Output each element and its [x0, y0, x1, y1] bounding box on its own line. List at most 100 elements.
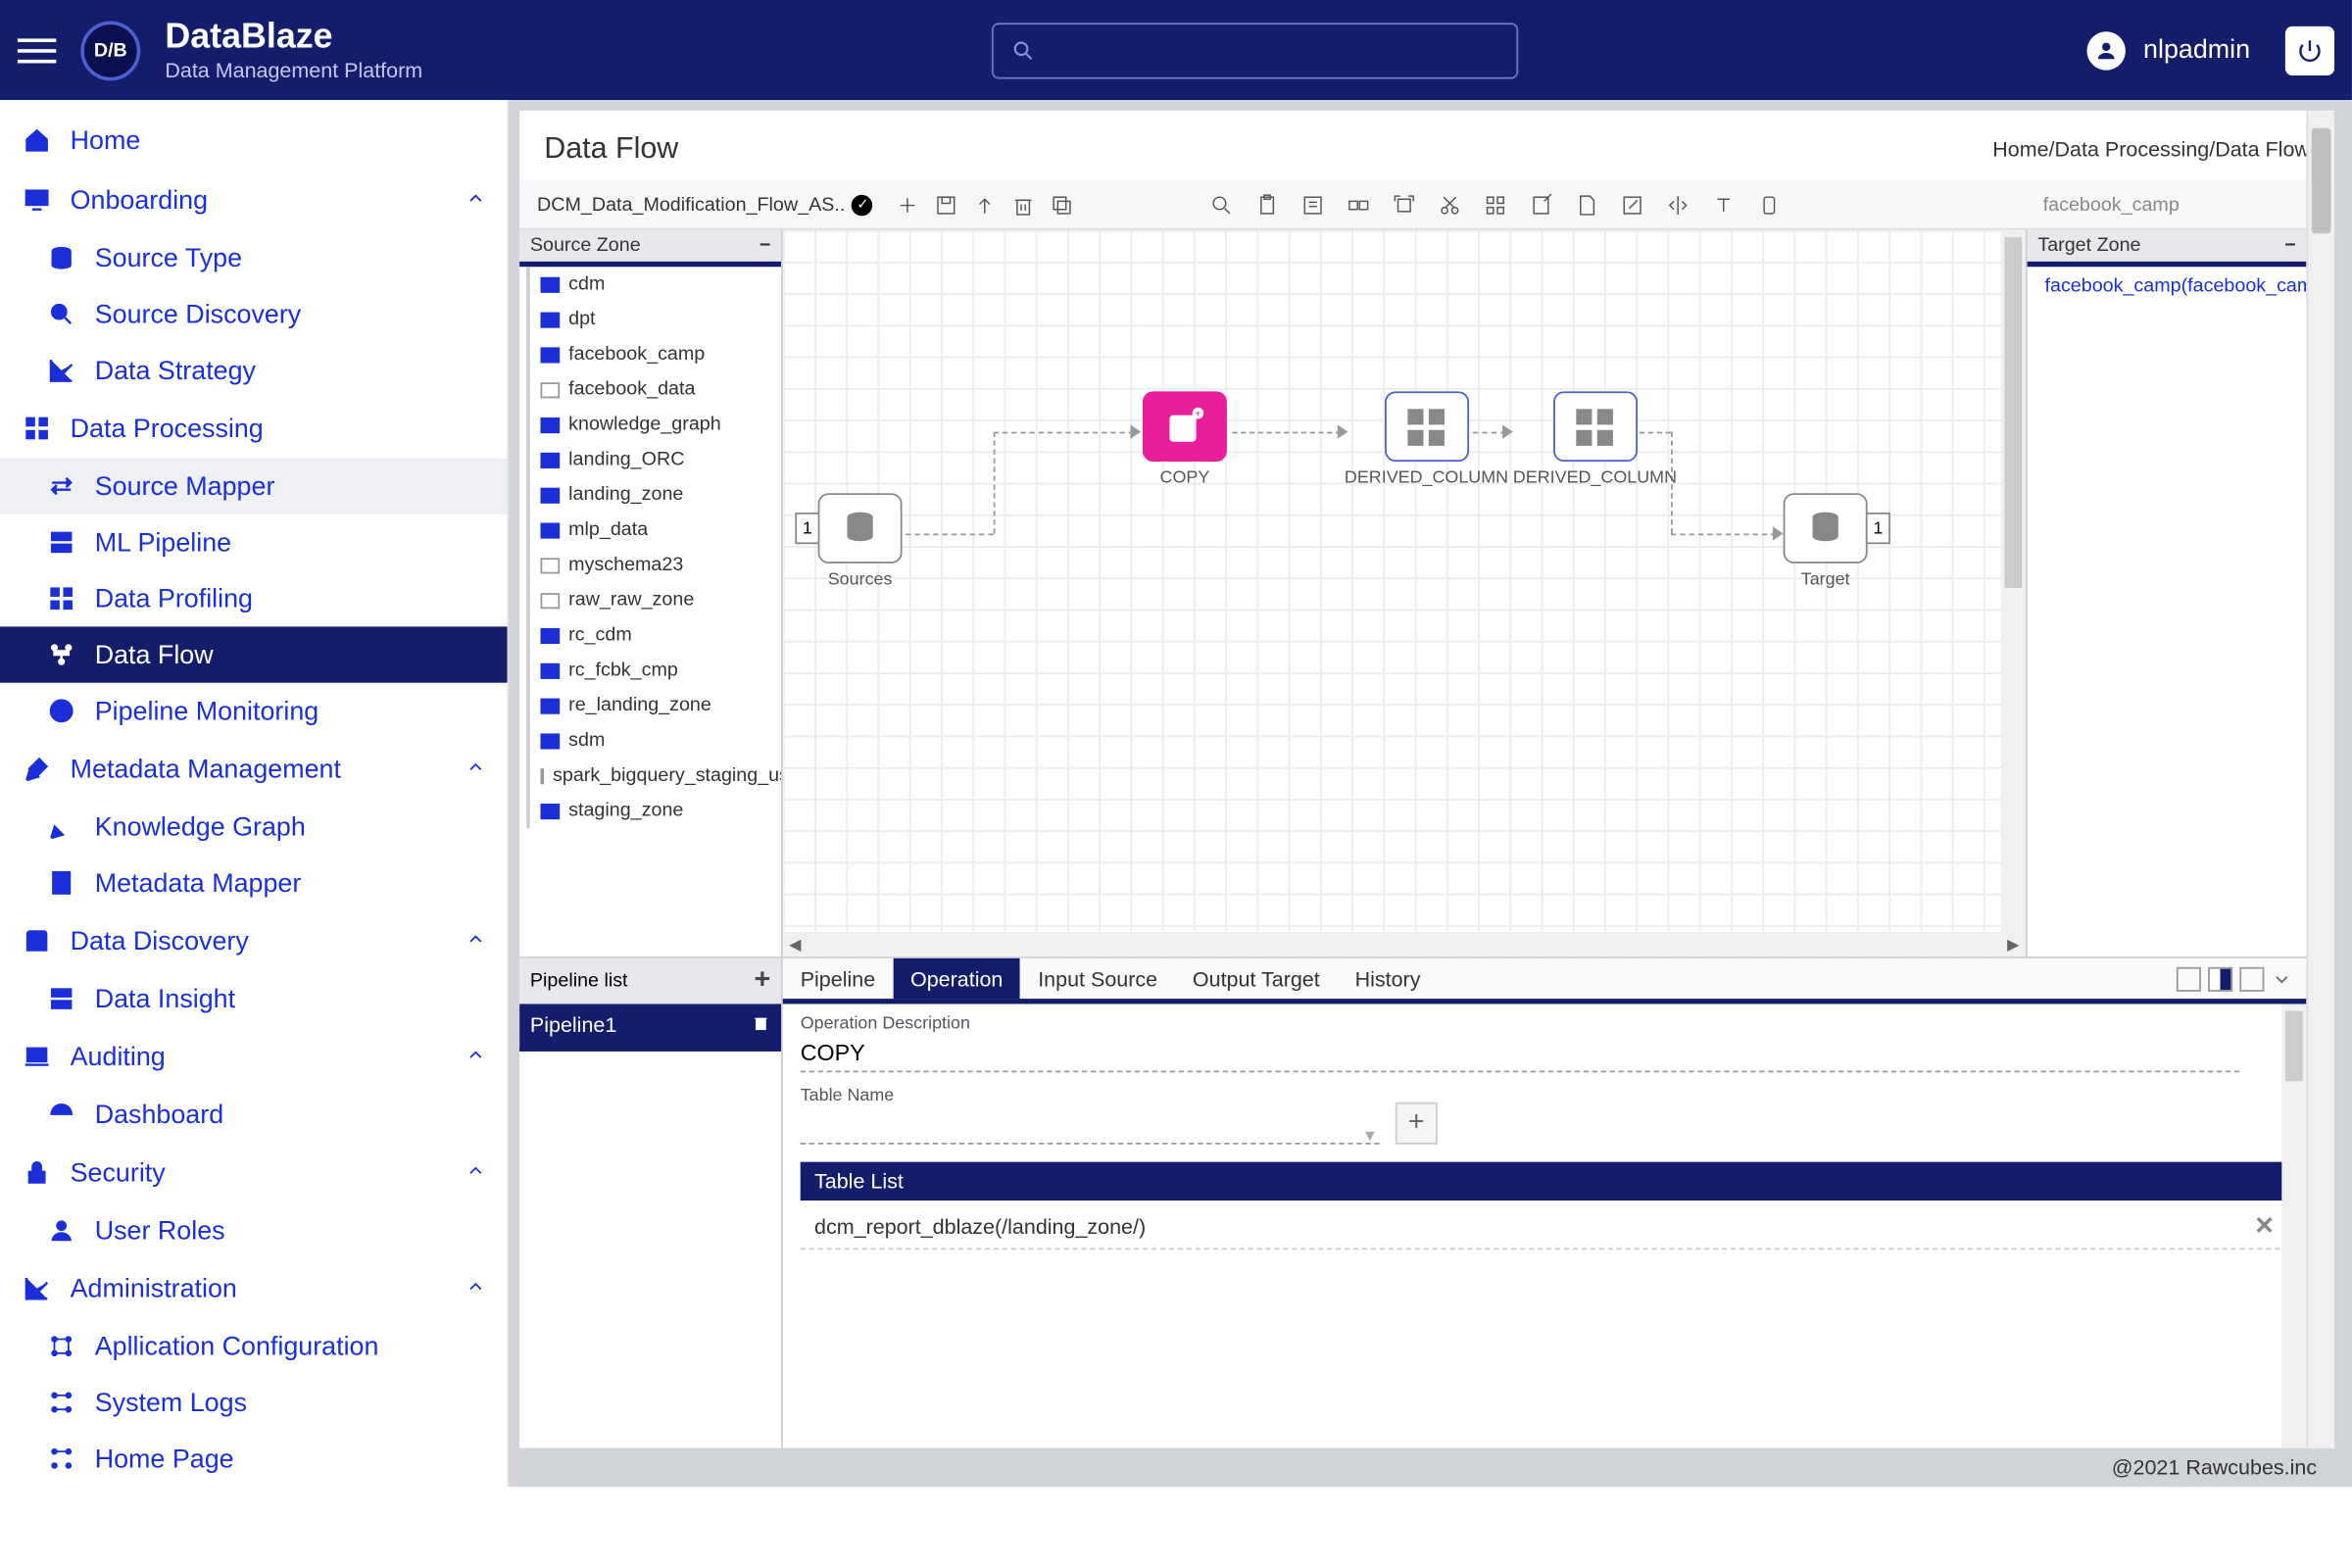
source-zone-item[interactable]: landing_zone [526, 477, 781, 513]
folder-icon [541, 382, 561, 398]
source-zone-item[interactable]: facebook_data [526, 372, 781, 408]
source-zone-item[interactable]: myschema23 [526, 548, 781, 583]
table-name-input[interactable] [801, 1105, 1380, 1144]
source-zone-item[interactable]: mlp_data [526, 513, 781, 548]
nav-section-security[interactable]: Security [0, 1143, 508, 1202]
tab-pipeline[interactable]: Pipeline [783, 958, 893, 999]
nav-section-discovery[interactable]: Data Discovery [0, 911, 508, 971]
search-icon[interactable] [1207, 190, 1236, 219]
source-zone-item[interactable]: landing_ORC [526, 442, 781, 477]
tab-input-source[interactable]: Input Source [1020, 958, 1175, 999]
nav-source-type[interactable]: Source Type [0, 230, 508, 286]
save-icon[interactable] [933, 190, 961, 219]
source-zone-item[interactable]: dpt [526, 302, 781, 337]
nav-ml-pipeline[interactable]: ML Pipeline [0, 514, 508, 570]
add-table-button[interactable]: + [1396, 1102, 1438, 1145]
nav-source-mapper[interactable]: Source Mapper [0, 458, 508, 514]
file2-icon[interactable] [1754, 190, 1783, 219]
node-derived-column-1[interactable]: DERIVED_COLUMN [1345, 391, 1508, 488]
cut-icon[interactable] [1435, 190, 1463, 219]
tab-output-target[interactable]: Output Target [1175, 958, 1338, 999]
clipboard-icon[interactable] [1252, 190, 1281, 219]
nav-dashboard[interactable]: Dashboard [0, 1087, 508, 1143]
flow-tab[interactable]: DCM_Data_Modification_Flow_AS.. ✓ [530, 194, 880, 215]
nav-app-config[interactable]: Apllication Configuration [0, 1318, 508, 1374]
layout-3-icon[interactable] [2239, 966, 2264, 991]
nav-section-data-processing[interactable]: Data Processing [0, 399, 508, 459]
collapse-icon[interactable]: − [2284, 235, 2296, 256]
detail-scrollbar[interactable] [2281, 1004, 2306, 1447]
edit-icon[interactable] [1618, 190, 1646, 219]
global-search-input[interactable] [992, 22, 1518, 77]
chevron-up-icon [466, 926, 486, 956]
split-h-icon[interactable] [1663, 190, 1691, 219]
merge-icon[interactable] [1344, 190, 1372, 219]
expand-icon[interactable] [1390, 190, 1418, 219]
note-icon[interactable] [1527, 190, 1555, 219]
delete-icon[interactable] [1010, 190, 1039, 219]
source-zone-item[interactable]: re_landing_zone [526, 688, 781, 723]
source-zone-item[interactable]: spark_bigquery_staging_us [526, 759, 781, 794]
add-icon[interactable] [894, 190, 922, 219]
source-zone-item[interactable]: knowledge_graph [526, 408, 781, 443]
nav-section-onboarding[interactable]: Onboarding [0, 171, 508, 230]
layout-1-icon[interactable] [2177, 966, 2201, 991]
breadcrumb[interactable]: Home/Data Processing/Data Flow [1992, 137, 2310, 162]
file-icon[interactable] [1572, 190, 1600, 219]
collapse-icon[interactable]: − [760, 235, 771, 256]
nav-section-auditing[interactable]: Auditing [0, 1027, 508, 1087]
node-sources[interactable]: 1 Sources [818, 493, 903, 590]
source-zone-item[interactable]: raw_raw_zone [526, 583, 781, 618]
source-zone-item[interactable]: rc_cdm [526, 617, 781, 653]
nav-data-profiling[interactable]: Data Profiling [0, 570, 508, 626]
dropdown-caret-icon[interactable]: ▼ [1362, 1127, 1378, 1145]
layers-icon [46, 526, 77, 558]
op-desc-input[interactable] [801, 1034, 2240, 1072]
table-name-label: Table Name [801, 1087, 1380, 1106]
upload-icon[interactable] [971, 190, 1000, 219]
list-icon[interactable] [1298, 190, 1327, 219]
target-zone-item[interactable]: facebook_camp(facebook_camp) [2028, 267, 2307, 305]
tab-history[interactable]: History [1338, 958, 1439, 999]
source-zone-item[interactable]: facebook_camp [526, 337, 781, 372]
nav-home-page[interactable]: Home Page [0, 1431, 508, 1487]
canvas-v-scrollbar[interactable] [2001, 230, 2026, 932]
nav-user-roles[interactable]: User Roles [0, 1202, 508, 1258]
tab-operation[interactable]: Operation [893, 958, 1020, 999]
main-scrollbar[interactable] [2306, 111, 2334, 1448]
node-target[interactable]: 1 Target [1784, 493, 1868, 590]
add-pipeline-button[interactable]: + [755, 965, 771, 997]
text-icon[interactable] [1709, 190, 1738, 219]
nav-pipeline-monitoring[interactable]: Pipeline Monitoring [0, 683, 508, 739]
page-title: Data Flow [544, 131, 678, 167]
nav-knowledge-graph[interactable]: Knowledge Graph [0, 799, 508, 855]
nav-data-flow[interactable]: Data Flow [0, 626, 508, 682]
nav-section-administration[interactable]: Administration [0, 1258, 508, 1318]
source-zone-item[interactable]: sdm [526, 723, 781, 759]
nav-home[interactable]: Home [0, 111, 508, 171]
canvas-h-scrollbar[interactable]: ◀▶ [783, 932, 2026, 956]
nav-data-insight[interactable]: Data Insight [0, 970, 508, 1026]
flow-canvas[interactable]: 1 Sources + COPY DERIVED_COLUMN [783, 230, 2026, 956]
source-zone-item[interactable]: cdm [526, 267, 781, 302]
copy-icon[interactable] [1049, 190, 1077, 219]
node-derived-column-2[interactable]: DERIVED_COLUMN [1513, 391, 1677, 488]
chevron-down-icon[interactable] [2272, 966, 2296, 991]
nav-data-strategy[interactable]: Data Strategy [0, 342, 508, 398]
menu-toggle[interactable] [18, 30, 56, 69]
nav-system-logs[interactable]: System Logs [0, 1374, 508, 1430]
source-zone-item[interactable]: staging_zone [526, 794, 781, 829]
layout-2-icon[interactable] [2208, 966, 2232, 991]
nav-section-metadata[interactable]: Metadata Management [0, 739, 508, 799]
delete-pipeline-icon[interactable] [752, 1012, 771, 1037]
grid-view-icon[interactable] [1481, 190, 1509, 219]
nav-source-discovery[interactable]: Source Discovery [0, 286, 508, 342]
nav-metadata-mapper[interactable]: Metadata Mapper [0, 855, 508, 910]
node-copy[interactable]: + COPY [1143, 391, 1227, 488]
pipeline-item[interactable]: Pipeline1 [519, 1004, 781, 1051]
logout-button[interactable] [2285, 25, 2334, 74]
user-avatar-icon[interactable] [2087, 30, 2126, 69]
source-zone-item[interactable]: rc_fcbk_cmp [526, 653, 781, 688]
target-tab[interactable]: facebook_camp [2043, 194, 2325, 215]
remove-table-button[interactable]: ✕ [2254, 1211, 2275, 1241]
